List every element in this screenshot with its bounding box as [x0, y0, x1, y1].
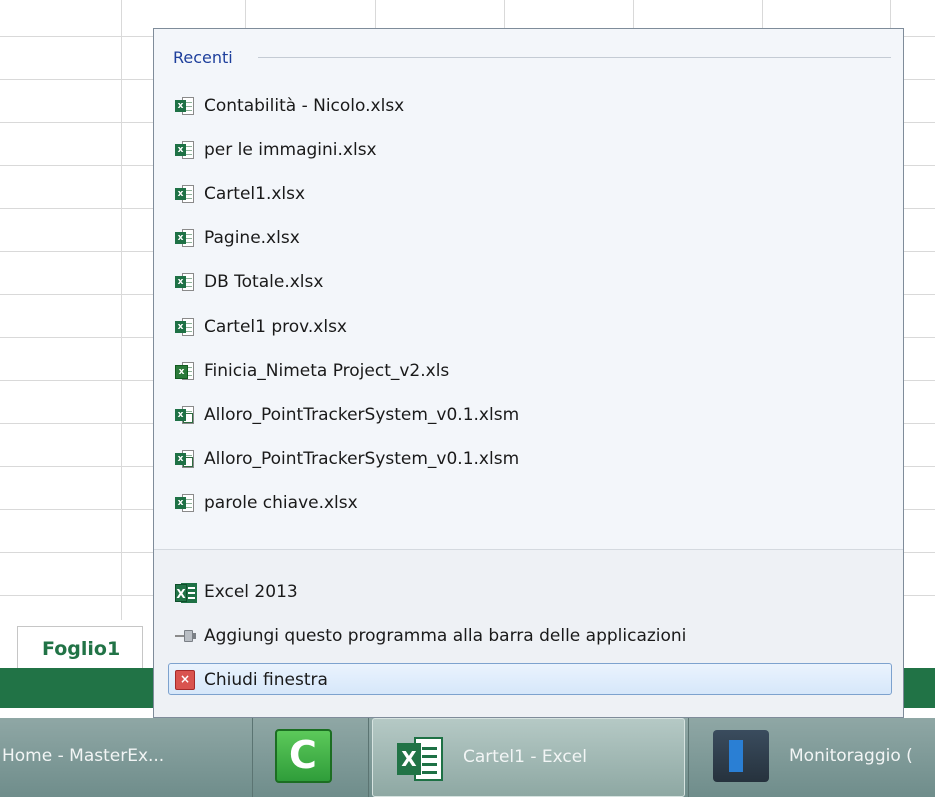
pin-to-taskbar-task[interactable]: Aggiungi questo programma alla barra del…	[168, 619, 892, 651]
xlsm-file-icon: x	[175, 405, 195, 425]
recent-item[interactable]: x Finicia_Nimeta Project_v2.xls	[168, 354, 892, 386]
taskbar-button-label: Monitoraggio (	[789, 746, 913, 766]
excel-app-icon: X	[175, 582, 197, 603]
recent-item[interactable]: x Alloro_PointTrackerSystem_v0.1.xlsm	[168, 398, 892, 430]
close-icon: ×	[175, 670, 195, 690]
recent-item[interactable]: x Contabilità - Nicolo.xlsx	[168, 89, 892, 121]
recent-item-label: Alloro_PointTrackerSystem_v0.1.xlsm	[204, 405, 520, 425]
windows-taskbar: Home - MasterEx... C X Cartel1 - Excel M…	[0, 718, 935, 797]
grid-line	[121, 0, 122, 620]
recent-item[interactable]: x Cartel1 prov.xlsx	[168, 310, 892, 342]
xlsx-file-icon: x	[175, 228, 195, 248]
xlsx-file-icon: x	[175, 96, 195, 116]
sheet-tab-foglio1[interactable]: Foglio1	[17, 626, 143, 668]
xlsx-file-icon: x	[175, 317, 195, 337]
open-excel-app-task[interactable]: X Excel 2013	[168, 575, 892, 607]
recent-item-label: Alloro_PointTrackerSystem_v0.1.xlsm	[204, 449, 520, 469]
recent-item-label: Pagine.xlsx	[204, 228, 300, 248]
section-divider	[258, 57, 891, 58]
recent-item-label: Contabilità - Nicolo.xlsx	[204, 96, 405, 116]
xlsx-file-icon: x	[175, 493, 195, 513]
recent-item-label: per le immagini.xlsx	[204, 140, 377, 160]
recent-item[interactable]: x Alloro_PointTrackerSystem_v0.1.xlsm	[168, 442, 892, 474]
camtasia-icon: C	[275, 729, 332, 783]
xlsx-file-icon: x	[175, 140, 195, 160]
recent-item-label: Cartel1 prov.xlsx	[204, 317, 347, 337]
recent-section-header: Recenti	[173, 48, 233, 67]
jump-list: Recenti x Contabilità - Nicolo.xlsx x pe…	[153, 28, 904, 718]
monitor-app-icon	[713, 730, 769, 782]
taskbar-button-camtasia[interactable]: C	[253, 718, 369, 797]
recent-item-label: DB Totale.xlsx	[204, 272, 324, 292]
taskbar-button-label: Cartel1 - Excel	[463, 747, 587, 767]
recent-item-label: Finicia_Nimeta Project_v2.xls	[204, 361, 450, 381]
recent-item-label: parole chiave.xlsx	[204, 493, 358, 513]
sheet-tab-label: Foglio1	[42, 638, 121, 660]
task-label: Chiudi finestra	[204, 670, 328, 690]
close-window-task[interactable]: × Chiudi finestra	[168, 663, 892, 695]
taskbar-button-monitoraggio[interactable]: Monitoraggio (	[688, 718, 935, 797]
taskbar-button-home[interactable]: Home - MasterEx...	[0, 718, 253, 797]
task-label: Aggiungi questo programma alla barra del…	[204, 626, 687, 646]
xlsx-file-icon: x	[175, 184, 195, 204]
recent-item[interactable]: x parole chiave.xlsx	[168, 486, 892, 518]
task-label: Excel 2013	[204, 582, 298, 602]
recent-item[interactable]: x Pagine.xlsx	[168, 221, 892, 253]
xlsx-file-icon: x	[175, 272, 195, 292]
pin-icon	[175, 626, 196, 646]
recent-item[interactable]: x DB Totale.xlsx	[168, 265, 892, 297]
recent-item[interactable]: x per le immagini.xlsx	[168, 133, 892, 165]
recent-item[interactable]: x Cartel1.xlsx	[168, 177, 892, 209]
taskbar-button-excel[interactable]: X Cartel1 - Excel	[372, 718, 685, 797]
xlsm-file-icon: x	[175, 449, 195, 469]
excel-app-icon: X	[397, 737, 443, 781]
xls-file-icon: x	[175, 361, 195, 381]
recent-item-label: Cartel1.xlsx	[204, 184, 306, 204]
taskbar-button-label: Home - MasterEx...	[2, 746, 165, 766]
